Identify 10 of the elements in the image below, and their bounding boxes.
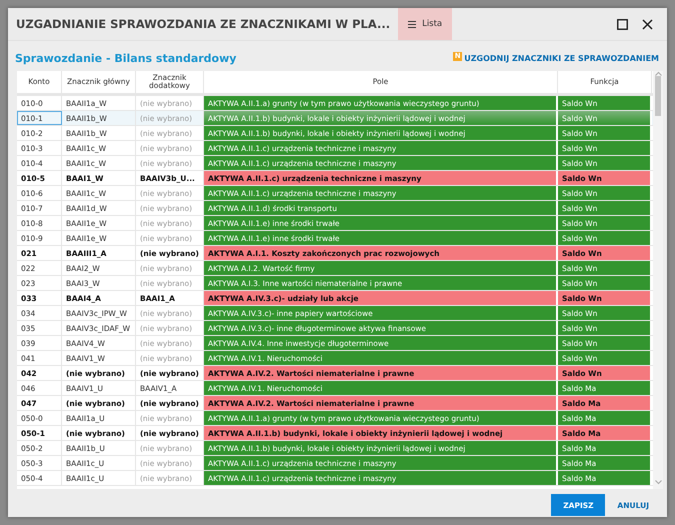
window-title: UZGADNIANIE SPRAWOZDANIA ZE ZNACZNIKAMI W PLA... xyxy=(15,17,392,31)
scroll-down-icon[interactable] xyxy=(654,480,662,485)
scrollbar[interactable] xyxy=(653,71,663,489)
close-icon[interactable] xyxy=(642,18,653,30)
scrollbar-thumb[interactable] xyxy=(655,76,661,116)
scroll-up-icon[interactable] xyxy=(654,71,662,76)
report-title: Sprawozdanie - Bilans standardowy xyxy=(15,52,236,64)
maximize-icon[interactable] xyxy=(617,18,628,30)
list-tab[interactable]: Lista xyxy=(398,8,452,40)
menu-icon xyxy=(408,20,416,28)
